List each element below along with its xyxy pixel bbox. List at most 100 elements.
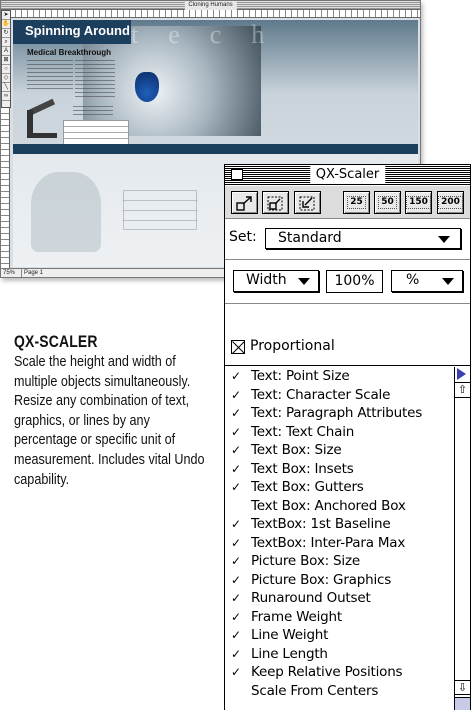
- text-box-tool-icon[interactable]: A: [2, 47, 10, 56]
- preset-150-button[interactable]: 150: [405, 191, 432, 214]
- dimension-dropdown[interactable]: Width: [233, 270, 319, 292]
- checkmark-icon: ✓: [231, 443, 242, 457]
- set-dropdown[interactable]: Standard: [265, 228, 461, 249]
- option-label: Text Box: Gutters: [251, 479, 364, 495]
- scroll-down-arrow-icon[interactable]: ⇩: [455, 680, 470, 695]
- option-item[interactable]: ✓ Text Box: Insets: [225, 460, 455, 479]
- document-table: [63, 120, 129, 146]
- option-item[interactable]: ✓ Text: Text Chain: [225, 423, 455, 442]
- option-item[interactable]: ✓ Text Box: Size: [225, 441, 455, 460]
- palette-titlebar[interactable]: QX-Scaler: [225, 165, 470, 185]
- document-titlebar[interactable]: Cloning Humans: [1, 1, 420, 10]
- option-item[interactable]: ✓ Line Length: [225, 645, 455, 664]
- scale-up-icon: [235, 196, 252, 211]
- microscope-image: [27, 110, 57, 138]
- option-item[interactable]: ✓ Line Weight: [225, 626, 455, 645]
- checkmark-icon: ✓: [231, 646, 242, 661]
- checkmark-icon: ✓: [231, 554, 242, 568]
- checkmark-icon: ✓: [231, 609, 242, 624]
- option-item[interactable]: ✓ Text: Character Scale: [225, 386, 455, 405]
- checkmark-icon: ✓: [231, 406, 242, 420]
- link-tool-icon[interactable]: ∞: [2, 92, 10, 101]
- option-label: TextBox: Inter-Para Max: [251, 534, 406, 551]
- qx-scaler-palette[interactable]: QX-Scaler 25 50 150 200 Set: Standard Wi…: [224, 164, 471, 710]
- option-label: Text Box: Insets: [251, 460, 354, 477]
- option-item[interactable]: Scale From Centers: [225, 682, 455, 701]
- resize-box-icon[interactable]: [455, 697, 470, 710]
- body-copy-column: [75, 60, 115, 100]
- set-row: Set: Standard: [225, 220, 470, 260]
- scale-options-list[interactable]: ✓ Text: Point Size ✓ Text: Character Scale ✓…: [225, 367, 455, 710]
- option-item[interactable]: ✓ Picture Box: Graphics: [225, 571, 455, 590]
- scale-to-fit-icon: [267, 196, 282, 211]
- checkmark-icon: ✓: [231, 369, 242, 383]
- headline-banner: Spinning Around: [13, 20, 131, 44]
- option-item[interactable]: ✓ Text Box: Gutters: [225, 478, 455, 497]
- checkmark-icon: ✓: [231, 665, 242, 679]
- options-scrollbar[interactable]: ⇧ ⇩: [454, 367, 470, 710]
- palette-toolbar: 25 50 150 200: [225, 186, 470, 219]
- proportional-row: Proportional: [225, 304, 470, 366]
- zoom-field[interactable]: 75%: [3, 269, 15, 277]
- dropdown-arrow-icon: [442, 278, 454, 285]
- option-item[interactable]: ✓ Keep Relative Positions: [225, 663, 455, 682]
- preset-25-button[interactable]: 25: [343, 191, 370, 214]
- preset-25-label: 25: [347, 196, 366, 209]
- polygon-tool-icon[interactable]: ◇: [2, 74, 10, 83]
- option-label: Picture Box: Size: [251, 553, 360, 569]
- dimension-dropdown-value: Width: [246, 272, 287, 288]
- pointer-tool-icon[interactable]: ➤: [2, 11, 10, 20]
- option-item[interactable]: ✓ TextBox: 1st Baseline: [225, 515, 455, 534]
- document-band: [13, 144, 418, 154]
- close-box-icon[interactable]: [231, 169, 243, 180]
- checkmark-icon: ✓: [231, 387, 242, 402]
- preset-150-label: 150: [406, 196, 431, 209]
- line-tool-icon[interactable]: ╲: [2, 83, 10, 92]
- option-label: Line Weight: [251, 627, 329, 643]
- option-label: TextBox: 1st Baseline: [251, 516, 391, 532]
- scale-to-fit-button[interactable]: [262, 191, 289, 214]
- rotate-tool-icon[interactable]: ↻: [2, 29, 10, 38]
- option-label: Scale From Centers: [251, 682, 379, 699]
- dropdown-arrow-icon: [298, 278, 310, 285]
- percent-input[interactable]: 100%: [326, 270, 383, 293]
- option-label: Text: Character Scale: [251, 386, 391, 403]
- document-title: Cloning Humans: [184, 1, 237, 10]
- proportional-checkbox[interactable]: [231, 340, 245, 354]
- scale-down-button[interactable]: [294, 191, 321, 214]
- faint-table: [123, 190, 197, 230]
- option-item[interactable]: ✓ TextBox: Inter-Para Max: [225, 534, 455, 553]
- option-item[interactable]: Text Box: Anchored Box: [225, 497, 455, 516]
- option-item[interactable]: ✓ Text: Paragraph Attributes: [225, 404, 455, 423]
- tool-palette: ➤ ✋ ↻ ⌕ A ⊠ ○ ◇ ╲ ∞: [1, 10, 11, 108]
- page-indicator[interactable]: Page 1: [21, 269, 67, 277]
- scale-up-button[interactable]: [231, 191, 258, 214]
- proportional-label[interactable]: Proportional: [250, 338, 335, 354]
- scroll-up-arrow-icon[interactable]: ⇧: [455, 383, 470, 398]
- unit-dropdown-value: %: [406, 272, 420, 288]
- checkmark-icon: ✓: [231, 424, 242, 439]
- checkmark-icon: ✓: [231, 591, 242, 605]
- content-tool-icon[interactable]: ✋: [2, 20, 10, 29]
- option-item[interactable]: ✓ Picture Box: Size: [225, 552, 455, 571]
- preset-200-button[interactable]: 200: [437, 191, 464, 214]
- caption-copy: [73, 106, 113, 118]
- option-item[interactable]: ✓ Frame Weight: [225, 608, 455, 627]
- feature-title: QX-SCALER: [14, 332, 98, 351]
- zoom-tool-icon[interactable]: ⌕: [2, 38, 10, 47]
- option-label: Picture Box: Graphics: [251, 571, 392, 588]
- scroll-indicator: [455, 367, 470, 383]
- unit-dropdown[interactable]: %: [391, 270, 463, 292]
- option-item[interactable]: ✓ Runaround Outset: [225, 589, 455, 608]
- option-label: Frame Weight: [251, 608, 342, 625]
- picture-box-tool-icon[interactable]: ⊠: [2, 56, 10, 65]
- preset-50-button[interactable]: 50: [374, 191, 401, 214]
- option-label: Text: Text Chain: [251, 423, 355, 440]
- option-item[interactable]: ✓ Text: Point Size: [225, 367, 455, 386]
- dropdown-arrow-icon: [438, 236, 450, 243]
- horizontal-ruler[interactable]: [10, 10, 420, 18]
- option-label: Text Box: Size: [251, 442, 342, 458]
- option-label: Line Length: [251, 645, 328, 662]
- oval-tool-icon[interactable]: ○: [2, 65, 10, 74]
- document-subhead: Medical Breakthrough: [27, 48, 112, 57]
